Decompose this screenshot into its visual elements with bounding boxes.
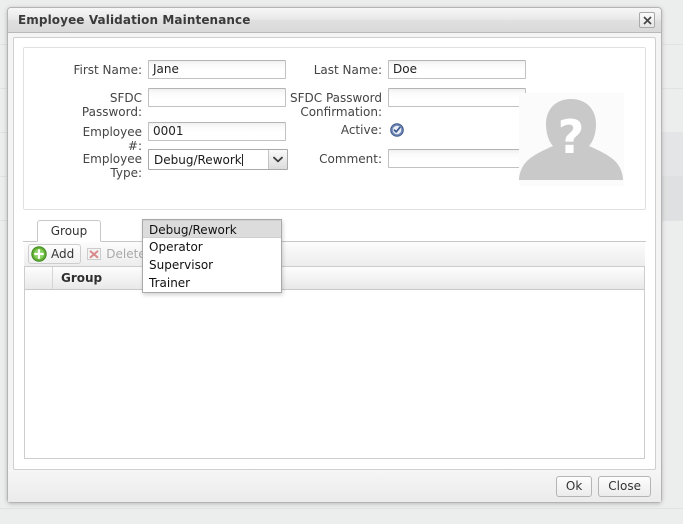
dialog-footer: Ok Close	[8, 470, 661, 502]
tabstrip: Group	[23, 220, 646, 242]
background-row	[0, 508, 683, 509]
field-employee-type: Employee Type: Debug/Rework	[66, 149, 288, 180]
check-circle-icon	[390, 122, 404, 137]
close-button[interactable]	[639, 12, 655, 28]
grid-header-selector[interactable]	[25, 267, 53, 289]
close-icon	[642, 15, 652, 25]
field-active: Active:	[306, 122, 404, 137]
avatar: ?	[519, 93, 624, 186]
field-comment: Comment:	[306, 149, 526, 168]
field-last-name: Last Name: Doe	[306, 60, 526, 79]
field-sfdc-password-confirmation: SFDC Password Confirmation:	[276, 88, 526, 119]
delete-x-icon	[87, 248, 102, 260]
employee-type-combobox[interactable]: Debug/Rework	[148, 149, 288, 170]
user-placeholder-icon: ?	[519, 93, 624, 186]
grid-toolbar: Add Delete	[24, 242, 645, 266]
sfdc-password-confirmation-label: SFDC Password Confirmation:	[289, 91, 382, 119]
sfdc-password-label: SFDC Password:	[81, 91, 142, 119]
background-block	[662, 132, 683, 176]
group-grid: Group	[24, 266, 645, 459]
employee-type-dropdown-list[interactable]: Debug/Rework Operator Supervisor Trainer	[142, 219, 282, 293]
field-sfdc-password: SFDC Password:	[66, 88, 286, 119]
chevron-down-icon[interactable]	[268, 150, 287, 169]
add-circle-icon	[31, 246, 47, 262]
first-name-input[interactable]: Jane	[148, 60, 286, 79]
dropdown-option-trainer[interactable]: Trainer	[143, 274, 281, 292]
field-first-name: First Name: Jane	[66, 60, 286, 79]
chevron-down-glyph	[273, 156, 283, 163]
tab-group-label: Group	[50, 224, 88, 238]
last-name-label: Last Name:	[313, 63, 382, 77]
close-button-footer[interactable]: Close	[598, 475, 651, 497]
tab-group[interactable]: Group	[37, 220, 101, 242]
sfdc-password-input[interactable]	[148, 88, 286, 107]
employee-number-input[interactable]: 0001	[148, 122, 286, 141]
comment-input[interactable]	[388, 149, 526, 168]
text-cursor	[241, 153, 243, 166]
first-name-label: First Name:	[73, 63, 142, 77]
dropdown-option-supervisor[interactable]: Supervisor	[143, 256, 281, 274]
active-checkbox[interactable]	[390, 122, 404, 137]
grid-header-row: Group	[25, 267, 644, 290]
dialog-titlebar[interactable]: Employee Validation Maintenance	[8, 8, 661, 33]
employee-type-label: Employee Type:	[82, 152, 142, 180]
background-block	[662, 176, 683, 220]
ok-button[interactable]: Ok	[555, 475, 593, 497]
dropdown-option-operator[interactable]: Operator	[143, 238, 281, 256]
active-label: Active:	[340, 123, 382, 137]
svg-text:?: ?	[558, 110, 585, 164]
last-name-input[interactable]: Doe	[388, 60, 526, 79]
employee-validation-dialog: Employee Validation Maintenance First Na…	[7, 7, 662, 503]
dialog-title: Employee Validation Maintenance	[18, 13, 251, 27]
comment-label: Comment:	[319, 152, 382, 166]
grid-body[interactable]	[25, 290, 644, 458]
delete-button-label: Delete	[106, 247, 146, 261]
dropdown-option-debug-rework[interactable]: Debug/Rework	[143, 220, 281, 238]
add-button-label: Add	[51, 247, 75, 261]
employee-type-value: Debug/Rework	[154, 152, 243, 167]
add-button[interactable]: Add	[28, 244, 82, 264]
sfdc-password-confirmation-input[interactable]	[388, 88, 526, 107]
dialog-content: First Name: Jane Last Name: Doe SFDC Pass…	[13, 37, 656, 470]
